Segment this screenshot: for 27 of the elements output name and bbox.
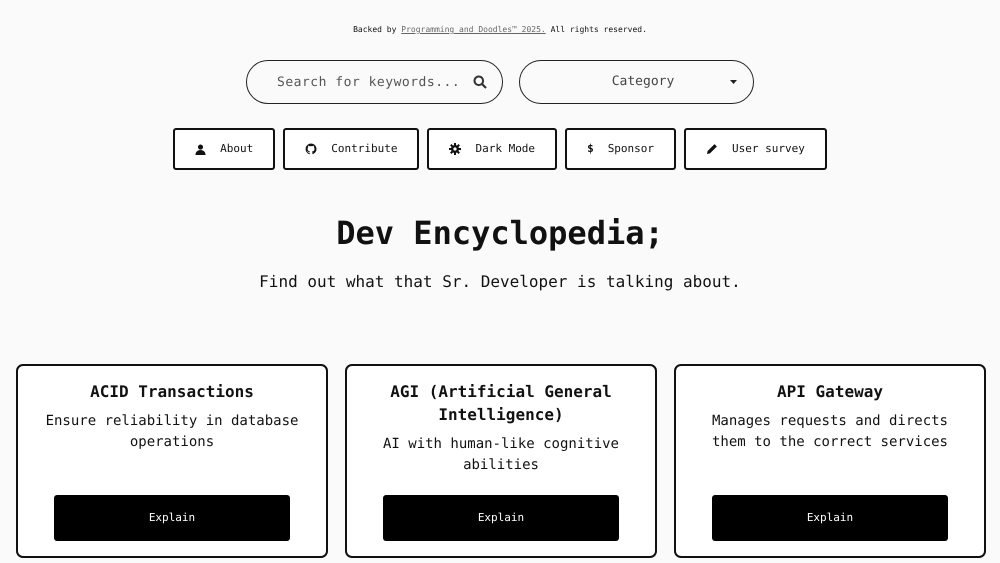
explain-button[interactable]: Explain xyxy=(54,495,290,542)
explain-button[interactable]: Explain xyxy=(383,495,619,542)
nav-button[interactable]: Contribute xyxy=(283,128,420,170)
page-subtitle: Find out what that Sr. Developer is talking about. xyxy=(259,271,741,294)
category-dropdown[interactable]: Category xyxy=(519,60,754,104)
nav-button[interactable]: Dark Mode xyxy=(427,128,558,170)
search-icon xyxy=(473,75,487,89)
card-description: Ensure reliability in database operations xyxy=(44,412,300,452)
gear-icon xyxy=(449,143,462,155)
dollar-icon: $ xyxy=(587,140,594,158)
explain-button[interactable]: Explain xyxy=(712,495,948,542)
github-icon xyxy=(305,143,318,155)
card-description: Manages requests and directs them to the correct services xyxy=(710,412,949,452)
card-title: AGI (Artificial General Intelligence) xyxy=(389,381,613,426)
card-title: API Gateway xyxy=(777,381,883,404)
card-description: AI with human-like cognitive abilities xyxy=(382,435,620,476)
pencil-icon xyxy=(706,143,718,155)
person-icon xyxy=(195,144,206,154)
nav-button[interactable]: User survey xyxy=(684,128,827,170)
card-title: ACID Transactions xyxy=(90,381,254,404)
page-title: Dev Encyclopedia; xyxy=(336,214,664,252)
search-field[interactable]: Search for keywords... xyxy=(246,60,503,104)
copyright-link[interactable]: Programming and Doodles™ 2025. xyxy=(401,25,546,34)
copyright-text: Backed by Programming and Doodles™ 2025. All rights reserved. xyxy=(353,24,647,36)
nav-button[interactable]: $ Sponsor xyxy=(565,128,676,170)
caret-icon xyxy=(730,80,737,84)
nav-button[interactable]: About xyxy=(173,128,276,170)
